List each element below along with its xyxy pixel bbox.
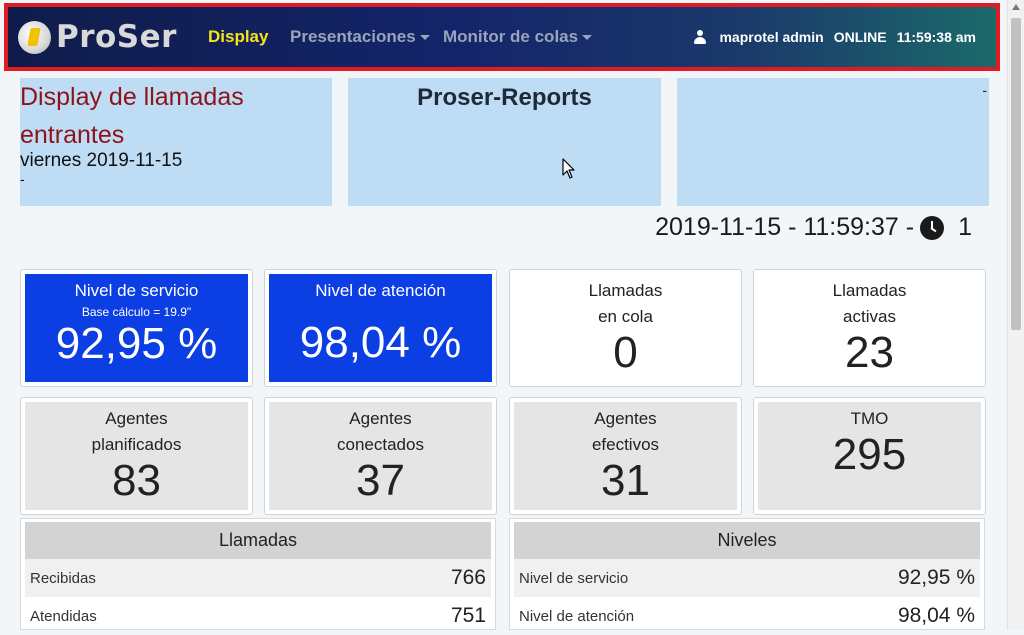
table-row: Atendidas 751	[25, 597, 491, 635]
logo[interactable]: ProSer	[18, 18, 177, 56]
card-tmo: TMO 295	[753, 397, 986, 515]
row-value: 98,04 %	[897, 604, 975, 627]
card-value: 83	[112, 456, 161, 505]
nav-display[interactable]: Display	[208, 27, 268, 47]
scroll-up-arrow-icon[interactable]	[1012, 4, 1020, 10]
card-value: 295	[832, 430, 907, 479]
card-label: Nivel de atención	[315, 281, 446, 300]
user-status: maprotel admin ONLINE 11:59:38 am	[693, 29, 976, 45]
scrollbar-thumb[interactable]	[1011, 18, 1021, 330]
page-date: viernes 2019-11-15	[20, 150, 183, 171]
card-agentes-planificados: Agentes planificados 83	[20, 397, 253, 515]
card-value: 92,95 %	[55, 319, 218, 368]
online-status: ONLINE	[833, 29, 887, 45]
logo-icon	[18, 20, 51, 54]
section-title: Llamadas	[25, 522, 491, 559]
header-panel-center: Proser-Reports	[348, 78, 661, 206]
card-sublabel: Base cálculo = 19.9"	[81, 305, 192, 319]
row-label: Recibidas	[30, 569, 96, 587]
table-row: Nivel de servicio 92,95 %	[514, 559, 980, 597]
app-frame: ProSer Display Presentaciones Monitor de…	[0, 0, 1008, 630]
table-row: Nivel de atención 98,04 %	[514, 597, 980, 635]
card-llamadas-en-cola: Llamadas en cola 0	[509, 269, 742, 387]
nav-monitor-dropdown[interactable]: Monitor de colas	[443, 27, 593, 47]
page-scrollbar[interactable]	[1007, 0, 1024, 630]
niveles-table: Niveles Nivel de servicio 92,95 % Nivel …	[509, 518, 985, 630]
card-label: Llamadas activas	[832, 281, 907, 326]
card-value: 37	[356, 456, 405, 505]
card-label: Agentes conectados	[337, 409, 424, 454]
card-nivel-atencion: Nivel de atención 98,04 %	[264, 269, 497, 387]
card-label: TMO	[850, 409, 889, 428]
row-value: 92,95 %	[897, 566, 975, 589]
nav-clock: 11:59:38 am	[896, 29, 976, 45]
top-navbar: ProSer Display Presentaciones Monitor de…	[4, 3, 1000, 71]
card-label: Agentes efectivos	[591, 409, 660, 454]
row-label: Atendidas	[30, 607, 97, 625]
llamadas-table: Llamadas Recibidas 766 Atendidas 751	[20, 518, 496, 630]
card-agentes-conectados: Agentes conectados 37	[264, 397, 497, 515]
card-agentes-efectivos: Agentes efectivos 31	[509, 397, 742, 515]
nav-presentaciones-dropdown[interactable]: Presentaciones	[290, 27, 430, 47]
caret-down-icon	[582, 35, 593, 41]
card-label: Nivel de servicio	[74, 281, 199, 300]
caret-down-icon	[419, 35, 430, 41]
timestamp-text: 2019-11-15 - 11:59:37 -	[655, 213, 915, 241]
user-icon	[693, 30, 707, 44]
section-title: Niveles	[514, 522, 980, 559]
card-nivel-servicio: Nivel de servicio Base cálculo = 19.9" 9…	[20, 269, 253, 387]
card-llamadas-activas: Llamadas activas 23	[753, 269, 986, 387]
header-panel-right: -	[677, 78, 989, 206]
refresh-timestamp: 2019-11-15 - 11:59:37 - 1	[655, 213, 972, 242]
row-label: Nivel de servicio	[519, 569, 629, 587]
logo-text: ProSer	[56, 19, 177, 55]
table-row: Recibidas 766	[25, 559, 491, 597]
refresh-counter: 1	[958, 213, 972, 241]
right-dash: -	[982, 82, 987, 98]
clock-icon	[920, 215, 945, 240]
nav-monitor-label: Monitor de colas	[443, 27, 579, 46]
left-dash: -	[20, 171, 25, 187]
row-value: 766	[450, 566, 486, 589]
user-name[interactable]: maprotel admin	[719, 29, 823, 45]
report-title: Proser-Reports	[417, 84, 592, 111]
header-panel-left: Display de llamadas entrantes viernes 20…	[20, 78, 332, 206]
card-value: 98,04 %	[299, 318, 462, 367]
nav-presentaciones-label: Presentaciones	[290, 27, 416, 46]
card-value: 23	[845, 328, 894, 377]
card-label: Llamadas en cola	[588, 281, 663, 326]
mouse-cursor-icon	[562, 158, 575, 179]
row-value: 751	[450, 604, 486, 627]
card-value: 0	[613, 328, 638, 377]
card-label: Agentes planificados	[91, 409, 182, 454]
page-title: Display de llamadas entrantes	[20, 83, 244, 149]
row-label: Nivel de atención	[519, 607, 635, 625]
card-value: 31	[601, 456, 650, 505]
